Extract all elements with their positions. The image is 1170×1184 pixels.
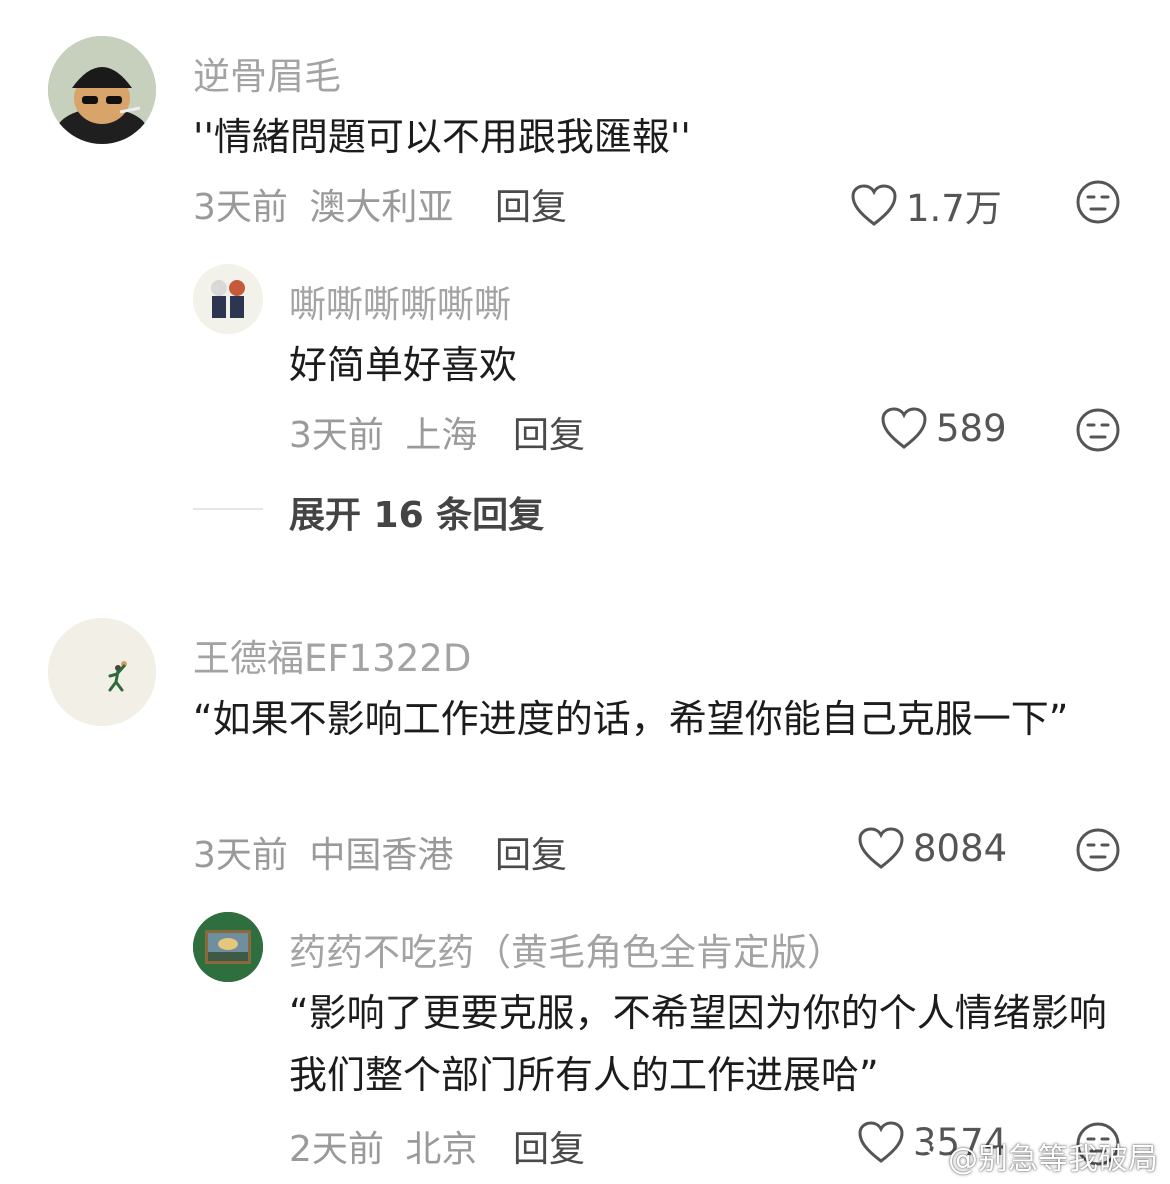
comment-text: “影响了更要克服，不希望因为你的个人情绪影响我们整个部门所有人的工作进展哈” (289, 991, 1107, 1097)
username[interactable]: 王德福EF1322D (193, 628, 471, 682)
timestamp: 2天前 (289, 1129, 384, 1170)
location: 北京 (405, 1129, 478, 1170)
heart-icon (881, 407, 927, 449)
comment-text: ''情緒問題可以不用跟我匯報'' (193, 115, 691, 159)
avatar[interactable] (48, 618, 156, 726)
like-count: 1.7万 (906, 187, 1002, 230)
comment-text: “如果不影响工作进度的话，希望你能自己克服一下” (193, 697, 1069, 741)
comment-meta: 3天前 中国香港 (193, 826, 453, 878)
username[interactable]: 逆骨眉毛 (193, 46, 341, 100)
heart-icon (851, 184, 897, 226)
like-button[interactable]: 8084 (857, 826, 1007, 870)
reply-button[interactable]: 回复 (495, 178, 567, 230)
heart-icon (858, 1121, 904, 1163)
username[interactable]: 嘶嘶嘶嘶嘶嘶 (289, 274, 511, 328)
like-button[interactable]: 589 (880, 406, 1007, 450)
location: 澳大利亚 (309, 187, 454, 228)
timestamp: 3天前 (289, 415, 384, 456)
like-button[interactable]: 1.7万 (850, 178, 1002, 232)
location: 中国香港 (309, 835, 454, 876)
username[interactable]: 药药不吃药（黄毛角色全肯定版） (289, 922, 844, 976)
location: 上海 (405, 415, 478, 456)
comment-meta: 3天前 澳大利亚 (193, 178, 453, 230)
dislike-face-icon[interactable] (1075, 827, 1121, 873)
avatar[interactable] (48, 36, 156, 144)
weibo-logo-icon (904, 1143, 940, 1171)
watermark-text: @别急等我破局 (948, 1142, 1158, 1177)
dislike-face-icon[interactable] (1075, 407, 1121, 453)
expand-divider (193, 508, 263, 510)
heart-icon (858, 827, 904, 869)
like-count: 589 (936, 406, 1007, 450)
avatar[interactable] (193, 912, 263, 982)
reply-button[interactable]: 回复 (513, 1120, 585, 1172)
reply-button[interactable]: 回复 (495, 826, 567, 878)
timestamp: 3天前 (193, 835, 288, 876)
comment-meta: 3天前 上海 (289, 406, 477, 458)
like-count: 8084 (913, 826, 1008, 870)
expand-replies-button[interactable]: 展开 16 条回复 (289, 486, 544, 538)
timestamp: 3天前 (193, 187, 288, 228)
comment-meta: 2天前 北京 (289, 1120, 477, 1172)
avatar[interactable] (193, 264, 263, 334)
dislike-face-icon[interactable] (1075, 179, 1121, 225)
comment-text: 好简单好喜欢 (289, 343, 518, 387)
watermark: @别急等我破局 (904, 1134, 1158, 1178)
reply-button[interactable]: 回复 (513, 406, 585, 458)
